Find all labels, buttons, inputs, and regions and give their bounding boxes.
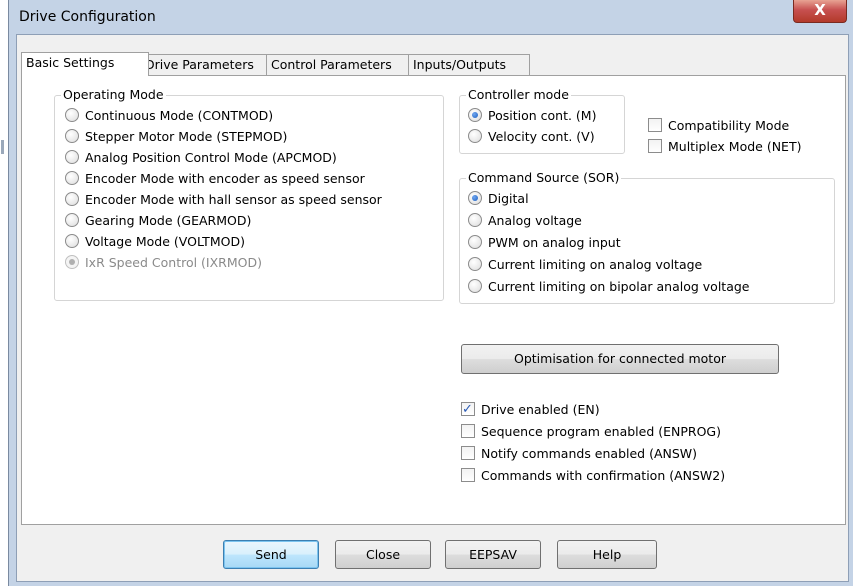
window-title: Drive Configuration <box>19 9 156 25</box>
checkbox-label: Sequence program enabled (ENPROG) <box>481 424 721 439</box>
option-label: Continuous Mode (CONTMOD) <box>85 108 274 123</box>
checkbox[interactable] <box>461 468 475 482</box>
drive-configuration-window: Drive Configuration X Basic Settings Dri… <box>1 0 853 586</box>
tab-drive-parameters[interactable]: Drive Parameters <box>140 54 271 75</box>
radio-button[interactable] <box>65 192 79 206</box>
radio-encoder-hall-sensor[interactable]: Encoder Mode with hall sensor as speed s… <box>65 190 382 210</box>
checkbox[interactable] <box>461 400 475 420</box>
option-label: IxR Speed Control (IXRMOD) <box>85 255 262 270</box>
send-button[interactable]: Send <box>223 540 319 569</box>
option-label: Analog Position Control Mode (APCMOD) <box>85 150 337 165</box>
radio-current-limiting-analog[interactable]: Current limiting on analog voltage <box>468 255 702 275</box>
radio-button[interactable] <box>65 129 79 143</box>
checkbox-label: Notify commands enabled (ANSW) <box>481 446 698 461</box>
radio-button[interactable] <box>65 108 79 122</box>
checkbox-label: Compatibility Mode <box>668 118 790 133</box>
notify-commands-checkbox[interactable]: Notify commands enabled (ANSW) <box>461 444 697 464</box>
tab-basic-settings[interactable]: Basic Settings <box>21 52 149 76</box>
option-label: Digital <box>488 191 529 206</box>
radio-button[interactable] <box>468 213 482 227</box>
tab-control-parameters[interactable]: Control Parameters <box>266 54 413 75</box>
radio-gearmod[interactable]: Gearing Mode (GEARMOD) <box>65 211 251 231</box>
command-source-legend: Command Source (SOR) <box>466 170 622 185</box>
radio-button[interactable] <box>468 191 482 205</box>
radio-voltmod[interactable]: Voltage Mode (VOLTMOD) <box>65 232 245 252</box>
checkbox[interactable] <box>461 424 475 438</box>
sequence-program-checkbox[interactable]: Sequence program enabled (ENPROG) <box>461 422 721 442</box>
checkbox[interactable] <box>648 139 662 153</box>
radio-button[interactable] <box>468 279 482 293</box>
checkbox[interactable] <box>461 446 475 460</box>
checkbox-label: Drive enabled (EN) <box>481 402 600 417</box>
commands-confirmation-checkbox[interactable]: Commands with confirmation (ANSW2) <box>461 466 725 486</box>
radio-button[interactable] <box>468 257 482 271</box>
help-button[interactable]: Help <box>557 540 657 569</box>
close-button[interactable]: Close <box>335 540 431 569</box>
radio-current-limiting-bipolar[interactable]: Current limiting on bipolar analog volta… <box>468 277 749 297</box>
option-label: Current limiting on analog voltage <box>488 257 703 272</box>
close-icon: X <box>814 1 826 19</box>
optimisation-button[interactable]: Optimisation for connected motor <box>461 344 779 374</box>
tab-inputs-outputs[interactable]: Inputs/Outputs <box>408 54 530 75</box>
radio-button[interactable] <box>65 213 79 227</box>
radio-digital[interactable]: Digital <box>468 189 529 209</box>
option-label: Velocity cont. (V) <box>488 129 595 144</box>
option-label: Gearing Mode (GEARMOD) <box>85 213 252 228</box>
radio-button[interactable] <box>65 234 79 248</box>
radio-ixrmod: IxR Speed Control (IXRMOD) <box>65 253 262 273</box>
option-label: Encoder Mode with encoder as speed senso… <box>85 171 365 186</box>
radio-button[interactable] <box>468 108 482 122</box>
option-label: Position cont. (M) <box>488 108 597 123</box>
radio-contmod[interactable]: Continuous Mode (CONTMOD) <box>65 106 273 126</box>
controller-mode-group: Controller mode Position cont. (M) Veloc… <box>459 87 625 154</box>
controller-mode-legend: Controller mode <box>466 87 571 102</box>
checkbox[interactable] <box>648 118 662 132</box>
radio-button[interactable] <box>468 129 482 143</box>
radio-velocity-control[interactable]: Velocity cont. (V) <box>468 127 595 147</box>
radio-position-control[interactable]: Position cont. (M) <box>468 106 596 126</box>
radio-button <box>65 255 79 269</box>
radio-pwm-analog-input[interactable]: PWM on analog input <box>468 233 621 253</box>
option-label: Analog voltage <box>488 213 582 228</box>
option-label: PWM on analog input <box>488 235 621 250</box>
radio-button[interactable] <box>65 171 79 185</box>
operating-mode-group: Operating Mode Continuous Mode (CONTMOD)… <box>54 87 444 301</box>
eepsav-button[interactable]: EEPSAV <box>445 540 541 569</box>
dialog-client-area: Basic Settings Drive Parameters Control … <box>16 34 849 582</box>
checkbox-label: Multiplex Mode (NET) <box>668 139 802 154</box>
radio-stepmod[interactable]: Stepper Motor Mode (STEPMOD) <box>65 127 287 147</box>
background-edge-mark <box>1 140 4 154</box>
basic-settings-panel: Operating Mode Continuous Mode (CONTMOD)… <box>21 75 846 525</box>
option-label: Voltage Mode (VOLTMOD) <box>85 234 245 249</box>
close-window-button[interactable]: X <box>793 0 847 23</box>
radio-encoder-speed-sensor[interactable]: Encoder Mode with encoder as speed senso… <box>65 169 365 189</box>
option-label: Encoder Mode with hall sensor as speed s… <box>85 192 382 207</box>
radio-button[interactable] <box>468 235 482 249</box>
option-label: Current limiting on bipolar analog volta… <box>488 279 750 294</box>
compatibility-mode-checkbox[interactable]: Compatibility Mode <box>648 116 789 136</box>
operating-mode-legend: Operating Mode <box>61 87 166 102</box>
multiplex-mode-checkbox[interactable]: Multiplex Mode (NET) <box>648 137 801 157</box>
radio-apcmod[interactable]: Analog Position Control Mode (APCMOD) <box>65 148 337 168</box>
radio-button[interactable] <box>65 150 79 164</box>
radio-analog-voltage[interactable]: Analog voltage <box>468 211 582 231</box>
drive-enabled-checkbox[interactable]: Drive enabled (EN) <box>461 400 600 420</box>
title-bar[interactable]: Drive Configuration X <box>9 0 853 34</box>
checkbox-label: Commands with confirmation (ANSW2) <box>481 468 726 483</box>
command-source-group: Command Source (SOR) Digital Analog volt… <box>459 170 835 304</box>
option-label: Stepper Motor Mode (STEPMOD) <box>85 129 288 144</box>
